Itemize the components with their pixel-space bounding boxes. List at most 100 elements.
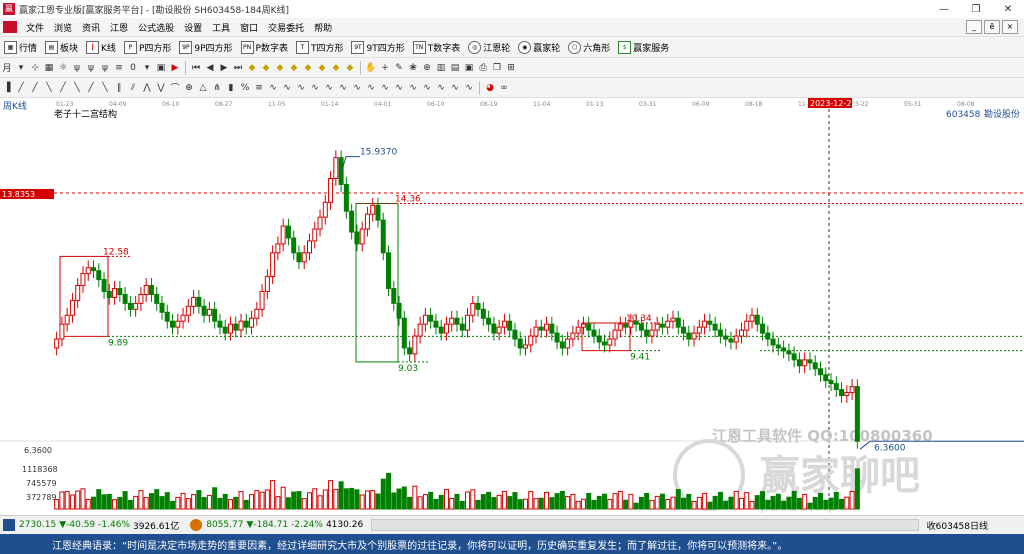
zero-icon[interactable]: 0 (127, 62, 139, 74)
menu-formula[interactable]: 公式选股 (133, 21, 179, 34)
wave3-tool-icon[interactable]: ∿ (295, 82, 307, 94)
chevron-down-icon[interactable]: ▾ (141, 62, 153, 74)
p-square-button[interactable]: P P四方形 (120, 40, 175, 54)
menu-window[interactable]: 窗口 (235, 21, 263, 34)
pen-icon[interactable]: ✎ (393, 62, 405, 74)
wave11-tool-icon[interactable]: ∿ (407, 82, 419, 94)
wave-tool-icon[interactable]: ∿ (267, 82, 279, 94)
winner-wheel-button[interactable]: ◉ 赢家轮 (514, 40, 564, 54)
gann-wheel-button[interactable]: ◎ 江恩轮 (464, 40, 514, 54)
wave12-tool-icon[interactable]: ∿ (421, 82, 433, 94)
grid2-icon[interactable]: ▣ (155, 62, 167, 74)
menu-tools[interactable]: 工具 (207, 21, 235, 34)
wave14-tool-icon[interactable]: ∿ (449, 82, 461, 94)
diamond6-icon[interactable]: ◆ (316, 62, 328, 74)
line6-tool-icon[interactable]: ╱ (85, 82, 97, 94)
p-table-button[interactable]: PN P数字表 (237, 40, 292, 54)
line2-tool-icon[interactable]: ╱ (29, 82, 41, 94)
percent-tool-icon[interactable]: % (239, 82, 251, 94)
cursor-icon[interactable]: ⊹ (29, 62, 41, 74)
fork2-icon[interactable]: ψ (85, 62, 97, 74)
fan2-tool-icon[interactable]: ⋁ (155, 82, 167, 94)
blocks-button[interactable]: ▤ 板块 (41, 40, 82, 54)
fib-tool-icon[interactable]: ≡ (253, 82, 265, 94)
line-tool-icon[interactable]: ╱ (15, 82, 27, 94)
wave10-tool-icon[interactable]: ∿ (393, 82, 405, 94)
mdi-restore-button[interactable]: ē (984, 20, 1000, 34)
mdi-close-button[interactable]: × (1002, 20, 1018, 34)
wave15-tool-icon[interactable]: ∿ (463, 82, 475, 94)
sun-icon[interactable]: ☼ (57, 62, 69, 74)
wave6-tool-icon[interactable]: ∿ (337, 82, 349, 94)
next-icon[interactable]: ▶ (218, 62, 230, 74)
wave5-tool-icon[interactable]: ∿ (323, 82, 335, 94)
diamond5-icon[interactable]: ◆ (302, 62, 314, 74)
wave2-tool-icon[interactable]: ∿ (281, 82, 293, 94)
channel-tool-icon[interactable]: ⫽ (127, 82, 139, 94)
layout-icon[interactable]: ⊞ (505, 62, 517, 74)
line5-tool-icon[interactable]: ╲ (71, 82, 83, 94)
diamond8-icon[interactable]: ◆ (344, 62, 356, 74)
wave9-tool-icon[interactable]: ∿ (379, 82, 391, 94)
diamond4-icon[interactable]: ◆ (288, 62, 300, 74)
status-scrollbar[interactable] (371, 519, 919, 531)
t-table-button[interactable]: TN T数字表 (409, 40, 465, 54)
wave4-tool-icon[interactable]: ∿ (309, 82, 321, 94)
flag-icon[interactable]: ▶ (169, 62, 181, 74)
menu-settings[interactable]: 设置 (179, 21, 207, 34)
menu-trade[interactable]: 交易委托 (263, 21, 309, 34)
wave8-tool-icon[interactable]: ∿ (365, 82, 377, 94)
diamond3-icon[interactable]: ◆ (274, 62, 286, 74)
fan-tool-icon[interactable]: ⋀ (141, 82, 153, 94)
bar-tool-icon[interactable]: ▐ (1, 82, 13, 94)
stack-icon[interactable]: ≡ (113, 62, 125, 74)
last-icon[interactable]: ⏭ (232, 62, 244, 74)
winner-service-button[interactable]: $ 赢家服务 (614, 40, 673, 54)
diamond7-icon[interactable]: ◆ (330, 62, 342, 74)
zoom-icon[interactable]: ⊕ (421, 62, 433, 74)
infinity-icon[interactable]: ∞ (498, 82, 510, 94)
kline-button[interactable]: ┃ K线 (82, 40, 120, 54)
fork-icon[interactable]: ψ (71, 62, 83, 74)
9t-square-button[interactable]: 9T 9T四方形 (347, 40, 408, 54)
first-icon[interactable]: ⏮ (190, 62, 202, 74)
line3-tool-icon[interactable]: ╲ (43, 82, 55, 94)
wave13-tool-icon[interactable]: ∿ (435, 82, 447, 94)
arc-tool-icon[interactable]: ⌒ (169, 82, 181, 94)
t-square-button[interactable]: T T四方形 (292, 40, 348, 54)
minimize-button[interactable]: — (928, 0, 960, 18)
grid-icon[interactable]: ▦ (43, 62, 55, 74)
menu-news[interactable]: 资讯 (77, 21, 105, 34)
hand-icon[interactable]: ✋ (365, 62, 377, 74)
kline-chart[interactable]: 江恩工具软件 QQ:100800360 赢家聊吧 jiaoba.vip 01-2… (0, 97, 1024, 513)
close-button[interactable]: ✕ (992, 0, 1024, 18)
diamond2-icon[interactable]: ◆ (260, 62, 272, 74)
quote-button[interactable]: ▦ 行情 (0, 40, 41, 54)
print-icon[interactable]: ⎙ (477, 62, 489, 74)
dropdown-arrow-icon[interactable]: ▾ (15, 62, 27, 74)
fork-tool-icon[interactable]: ⋔ (211, 82, 223, 94)
diamond1-icon[interactable]: ◆ (246, 62, 258, 74)
line7-tool-icon[interactable]: ╲ (99, 82, 111, 94)
crosshair-icon[interactable]: + (379, 62, 391, 74)
color-icon[interactable]: ◕ (484, 82, 496, 94)
window-icon[interactable]: ❐ (491, 62, 503, 74)
mdi-minimize-button[interactable]: _ (966, 20, 982, 34)
period-icon[interactable]: 月 (1, 62, 13, 74)
wave7-tool-icon[interactable]: ∿ (351, 82, 363, 94)
save-icon[interactable]: ▣ (463, 62, 475, 74)
prev-icon[interactable]: ◀ (204, 62, 216, 74)
bars-tool-icon[interactable]: ▮ (225, 82, 237, 94)
maximize-button[interactable]: ❐ (960, 0, 992, 18)
chart-icon[interactable]: ▥ (435, 62, 447, 74)
line4-tool-icon[interactable]: ╱ (57, 82, 69, 94)
zoom-tool-icon[interactable]: ⊕ (183, 82, 195, 94)
kline-chart-svg[interactable]: 江恩工具软件 QQ:100800360 赢家聊吧 jiaoba.vip 01-2… (0, 97, 1024, 513)
triangle-tool-icon[interactable]: △ (197, 82, 209, 94)
fork3-icon[interactable]: ψ (99, 62, 111, 74)
9p-square-button[interactable]: 9P 9P四方形 (175, 40, 236, 54)
gift-icon[interactable]: ❀ (407, 62, 419, 74)
menu-help[interactable]: 帮助 (309, 21, 337, 34)
hexagon-button[interactable]: ⬡ 六角形 (564, 40, 614, 54)
menu-file[interactable]: 文件 (21, 21, 49, 34)
